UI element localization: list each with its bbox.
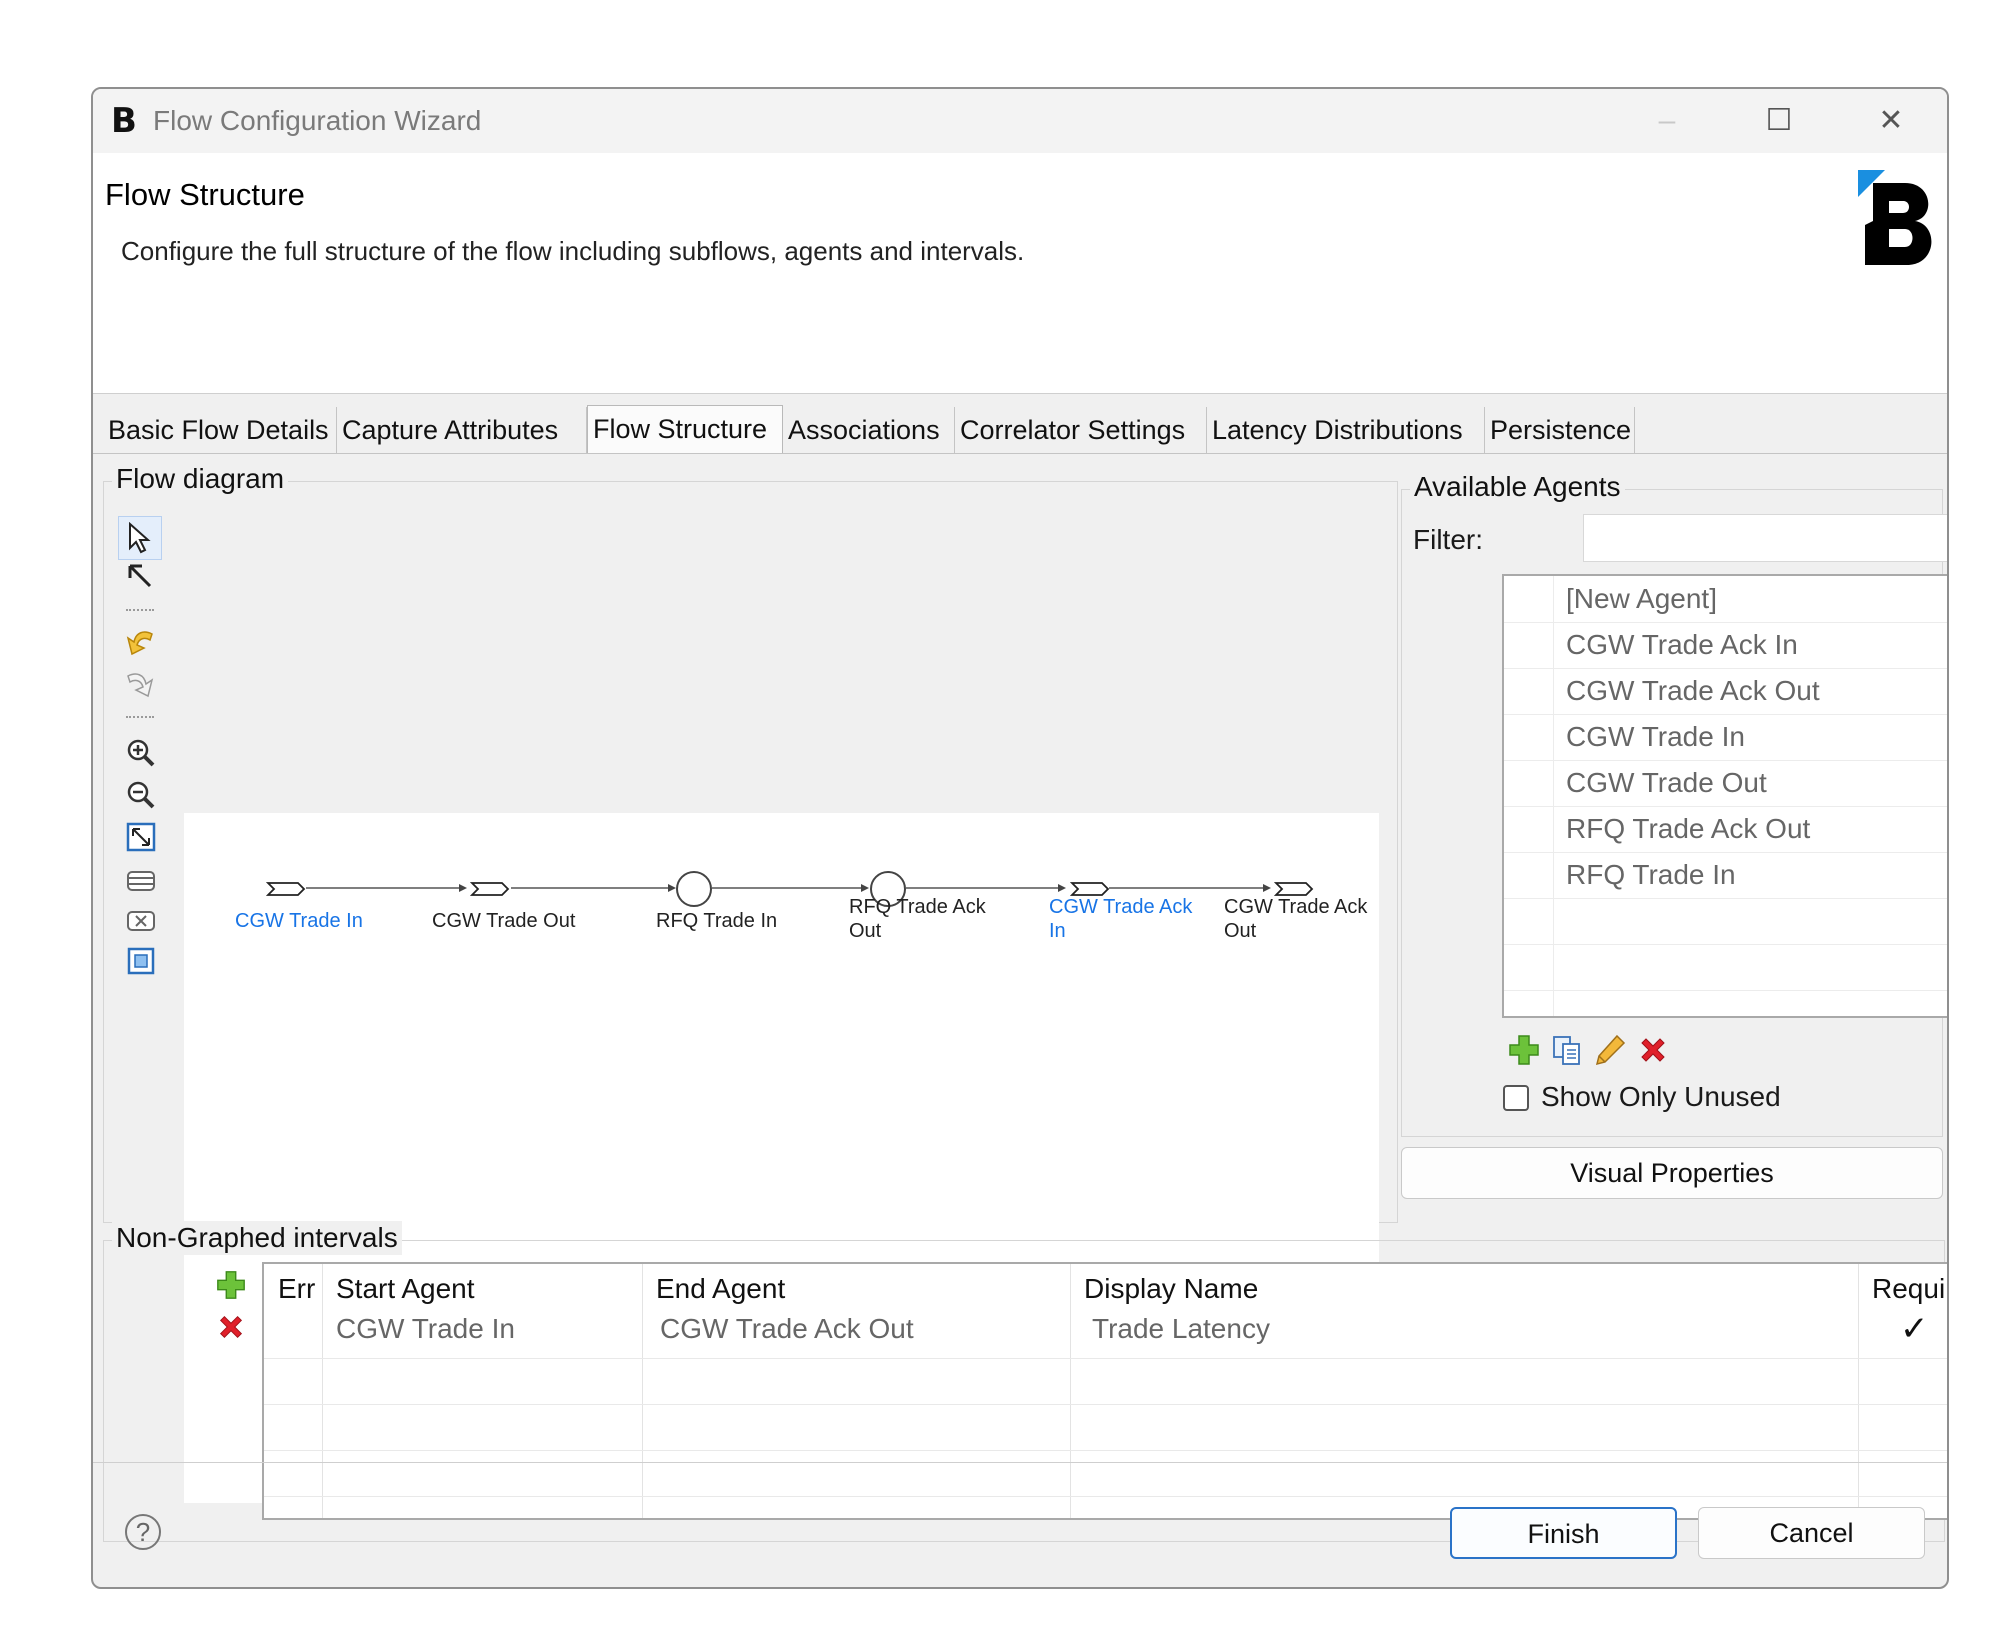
agent-item-label: CGW Trade Ack Out — [1566, 675, 1820, 706]
page-header: Flow Structure Configure the full struct… — [93, 153, 1947, 394]
cancel-button[interactable]: Cancel — [1698, 1507, 1925, 1559]
filter-input[interactable] — [1583, 514, 1947, 562]
zoom-out-icon[interactable] — [126, 780, 156, 810]
list-item — [1504, 898, 1947, 945]
redo-icon[interactable] — [124, 670, 156, 700]
app-logo-icon: B — [111, 101, 137, 141]
flow-node-label[interactable]: CGW Trade Ack Out — [1224, 895, 1367, 943]
tab-flow-structure[interactable]: Flow Structure — [587, 405, 783, 453]
title-bar[interactable]: B Flow Configuration Wizard – ☐ ✕ — [93, 89, 1947, 153]
flow-diagram-group: Flow diagram CGW Trade In CGW Trade Out … — [103, 462, 1398, 1503]
agent-node-icon[interactable] — [470, 880, 512, 898]
help-icon[interactable]: ? — [125, 1514, 161, 1550]
column-divider — [1858, 1264, 1859, 1518]
column-divider — [322, 1264, 323, 1518]
agent-item-label: RFQ Trade Ack Out — [1566, 813, 1811, 844]
circle-node-icon[interactable] — [674, 869, 714, 909]
palette-separator — [126, 609, 154, 611]
list-item[interactable]: CGW Trade In — [1504, 714, 1947, 761]
flow-node-label[interactable]: CGW Trade Out — [432, 909, 575, 933]
tab-latency-distributions[interactable]: Latency Distributions — [1207, 407, 1485, 453]
column-header-start-agent[interactable]: Start Agent — [336, 1272, 475, 1306]
frame-icon[interactable] — [126, 946, 156, 976]
agent-item-label: CGW Trade Out — [1566, 767, 1767, 798]
copy-agent-icon[interactable] — [1550, 1033, 1584, 1067]
add-agent-icon[interactable] — [1507, 1033, 1541, 1067]
delete-interval-icon[interactable] — [215, 1311, 247, 1343]
show-only-unused-checkbox[interactable] — [1503, 1085, 1529, 1111]
page-title: Flow Structure — [105, 177, 305, 212]
list-item[interactable]: RFQ Trade In — [1504, 852, 1947, 899]
cell-display-name[interactable]: Trade Latency — [1092, 1312, 1270, 1346]
brand-logo-icon — [1858, 170, 1932, 265]
window-title: Flow Configuration Wizard — [153, 105, 482, 136]
tab-associations[interactable]: Associations — [783, 407, 955, 453]
column-header-err[interactable]: Err — [278, 1272, 315, 1306]
finish-button[interactable]: Finish — [1450, 1507, 1677, 1559]
wizard-window: B Flow Configuration Wizard – ☐ ✕ Flow S… — [91, 87, 1949, 1589]
column-header-display-name[interactable]: Display Name — [1084, 1272, 1258, 1306]
intervals-label: Non-Graphed intervals — [112, 1221, 402, 1255]
row-divider — [264, 1358, 1947, 1359]
row-divider — [264, 1496, 1947, 1497]
expand-icon[interactable] — [126, 866, 156, 894]
list-item[interactable]: [New Agent] — [1504, 576, 1947, 623]
flow-node-label[interactable]: RFQ Trade Ack Out — [849, 895, 986, 943]
column-divider — [642, 1264, 643, 1518]
list-item[interactable]: CGW Trade Out — [1504, 760, 1947, 807]
row-divider — [264, 1450, 1947, 1451]
column-header-end-agent[interactable]: End Agent — [656, 1272, 785, 1306]
collapse-icon[interactable] — [126, 906, 156, 934]
tab-correlator-settings[interactable]: Correlator Settings — [955, 407, 1207, 453]
agent-item-label: RFQ Trade In — [1566, 859, 1736, 890]
row-divider — [264, 1404, 1947, 1405]
fit-icon[interactable] — [126, 822, 156, 852]
tab-divider — [93, 453, 1947, 454]
list-item[interactable]: CGW Trade Ack Out — [1504, 668, 1947, 715]
zoom-in-icon[interactable] — [126, 738, 156, 768]
flow-node-label[interactable]: CGW Trade In — [235, 909, 363, 933]
visual-properties-button[interactable]: Visual Properties — [1401, 1147, 1943, 1199]
edit-agent-icon[interactable] — [1593, 1033, 1627, 1067]
tab-capture-attributes[interactable]: Capture Attributes — [337, 407, 587, 453]
flow-node-label[interactable]: RFQ Trade In — [656, 909, 777, 933]
agent-item-label: CGW Trade In — [1566, 721, 1745, 752]
connection-icon[interactable] — [126, 562, 154, 592]
close-button[interactable]: ✕ — [1835, 89, 1947, 153]
minimize-button[interactable]: – — [1611, 89, 1723, 153]
agent-item-label: CGW Trade Ack In — [1566, 629, 1798, 660]
flow-diagram-label: Flow diagram — [112, 462, 289, 496]
column-divider — [1070, 1264, 1071, 1518]
column-header-required[interactable]: Required — [1872, 1272, 1947, 1306]
footer-divider — [93, 1462, 1947, 1463]
tab-basic-flow-details[interactable]: Basic Flow Details — [103, 407, 337, 453]
maximize-button[interactable]: ☐ — [1723, 89, 1835, 153]
add-interval-icon[interactable] — [215, 1269, 247, 1301]
cell-end-agent[interactable]: CGW Trade Ack Out — [660, 1312, 914, 1346]
show-only-unused-label[interactable]: Show Only Unused — [1541, 1080, 1781, 1114]
intervals-table[interactable]: Err Start Agent End Agent Display Name R… — [262, 1262, 1947, 1520]
flow-node-label[interactable]: CGW Trade Ack In — [1049, 895, 1192, 943]
available-agents-label: Available Agents — [1410, 470, 1625, 504]
agent-list[interactable]: [New Agent] CGW Trade Ack In CGW Trade A… — [1502, 574, 1947, 1018]
select-icon[interactable] — [126, 522, 154, 554]
cell-start-agent[interactable]: CGW Trade In — [336, 1312, 515, 1346]
agent-item-label: [New Agent] — [1566, 583, 1717, 614]
undo-icon[interactable] — [124, 628, 156, 658]
filter-label: Filter: — [1413, 524, 1483, 555]
page-description: Configure the full structure of the flow… — [121, 236, 1025, 266]
list-item[interactable]: RFQ Trade Ack Out — [1504, 806, 1947, 853]
tab-persistence[interactable]: Persistence — [1485, 407, 1635, 453]
palette-separator — [126, 716, 154, 718]
list-item[interactable]: CGW Trade Ack In — [1504, 622, 1947, 669]
delete-agent-icon[interactable] — [1636, 1033, 1670, 1067]
flow-connections — [306, 884, 1271, 892]
list-item — [1504, 944, 1947, 991]
agent-node-icon[interactable] — [266, 880, 308, 898]
required-check-icon[interactable]: ✓ — [1900, 1312, 1929, 1346]
